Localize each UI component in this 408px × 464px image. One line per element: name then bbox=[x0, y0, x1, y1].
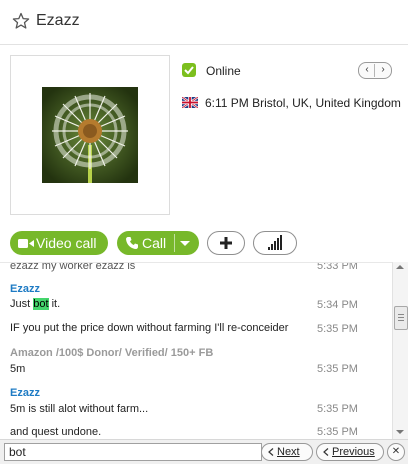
find-bar: Next Previous ✕ bbox=[0, 439, 408, 464]
thumb-grip bbox=[398, 317, 404, 318]
thumb-grip bbox=[398, 314, 404, 315]
message-sender: Ezazz bbox=[10, 387, 40, 399]
call-button[interactable]: Call bbox=[117, 231, 199, 255]
call-label: Call bbox=[142, 235, 167, 251]
avatar-frame bbox=[10, 55, 170, 215]
call-quality-button[interactable] bbox=[253, 231, 297, 255]
uk-flag-icon bbox=[182, 97, 198, 108]
phone-icon bbox=[126, 237, 138, 249]
favorite-star-icon[interactable] bbox=[12, 12, 30, 30]
left-arrow-icon bbox=[268, 448, 274, 456]
dandelion-image bbox=[42, 87, 138, 183]
plus-icon bbox=[220, 237, 232, 249]
scrollbar-thumb[interactable] bbox=[394, 306, 408, 330]
call-divider bbox=[174, 234, 175, 252]
find-next-button[interactable]: Next bbox=[261, 443, 313, 461]
close-find-button[interactable]: ✕ bbox=[387, 443, 405, 461]
video-camera-icon bbox=[18, 239, 34, 248]
find-next-label: Next bbox=[277, 446, 300, 458]
message-sender: Amazon /100$ Donor/ Verified/ 150+ FB bbox=[10, 347, 214, 359]
find-previous-button[interactable]: Previous bbox=[316, 443, 384, 461]
presence-row: Online ‹ › bbox=[182, 62, 392, 80]
add-to-conversation-button[interactable] bbox=[207, 231, 245, 255]
profile-pager: ‹ › bbox=[358, 62, 392, 79]
message-sender: Ezazz bbox=[10, 283, 40, 295]
chat-scrollbar[interactable] bbox=[392, 262, 408, 439]
message-timestamp: 5:33 PM bbox=[317, 262, 358, 272]
message-text-part: it. bbox=[48, 298, 61, 310]
local-time-location: 6:11 PM Bristol, UK, United Kingdom bbox=[205, 96, 401, 110]
video-call-button[interactable]: Video call bbox=[10, 231, 108, 255]
chat-log[interactable]: ezazz my worker ezazz is 5:33 PM Ezazz J… bbox=[0, 262, 392, 440]
previous-arrow-button[interactable]: ‹ bbox=[359, 63, 375, 78]
signal-bars-icon bbox=[268, 235, 282, 250]
search-highlight: bot bbox=[33, 298, 49, 310]
online-check-icon bbox=[182, 63, 196, 77]
find-previous-label: Previous bbox=[332, 446, 375, 458]
contact-name: Ezazz bbox=[36, 12, 80, 29]
avatar[interactable] bbox=[42, 87, 138, 183]
message-timestamp: 5:34 PM bbox=[317, 299, 358, 311]
contact-header: Ezazz bbox=[0, 0, 408, 45]
message-text-part: Just bbox=[10, 298, 34, 310]
thumb-grip bbox=[398, 320, 404, 321]
scroll-up-arrow-icon[interactable] bbox=[396, 265, 404, 269]
find-input[interactable] bbox=[4, 443, 262, 461]
presence-status: Online bbox=[206, 64, 241, 78]
call-dropdown-caret-icon[interactable] bbox=[180, 241, 190, 246]
message-timestamp: 5:35 PM bbox=[317, 403, 358, 415]
video-call-label: Video call bbox=[36, 235, 97, 251]
message-timestamp: 5:35 PM bbox=[317, 363, 358, 375]
next-arrow-button[interactable]: › bbox=[375, 63, 391, 78]
location-row: 6:11 PM Bristol, UK, United Kingdom bbox=[182, 95, 408, 111]
close-icon: ✕ bbox=[391, 446, 401, 457]
message-timestamp: 5:35 PM bbox=[317, 323, 358, 335]
scroll-down-arrow-icon[interactable] bbox=[396, 430, 404, 434]
left-arrow-icon bbox=[323, 448, 329, 456]
message-timestamp: 5:35 PM bbox=[317, 426, 358, 438]
